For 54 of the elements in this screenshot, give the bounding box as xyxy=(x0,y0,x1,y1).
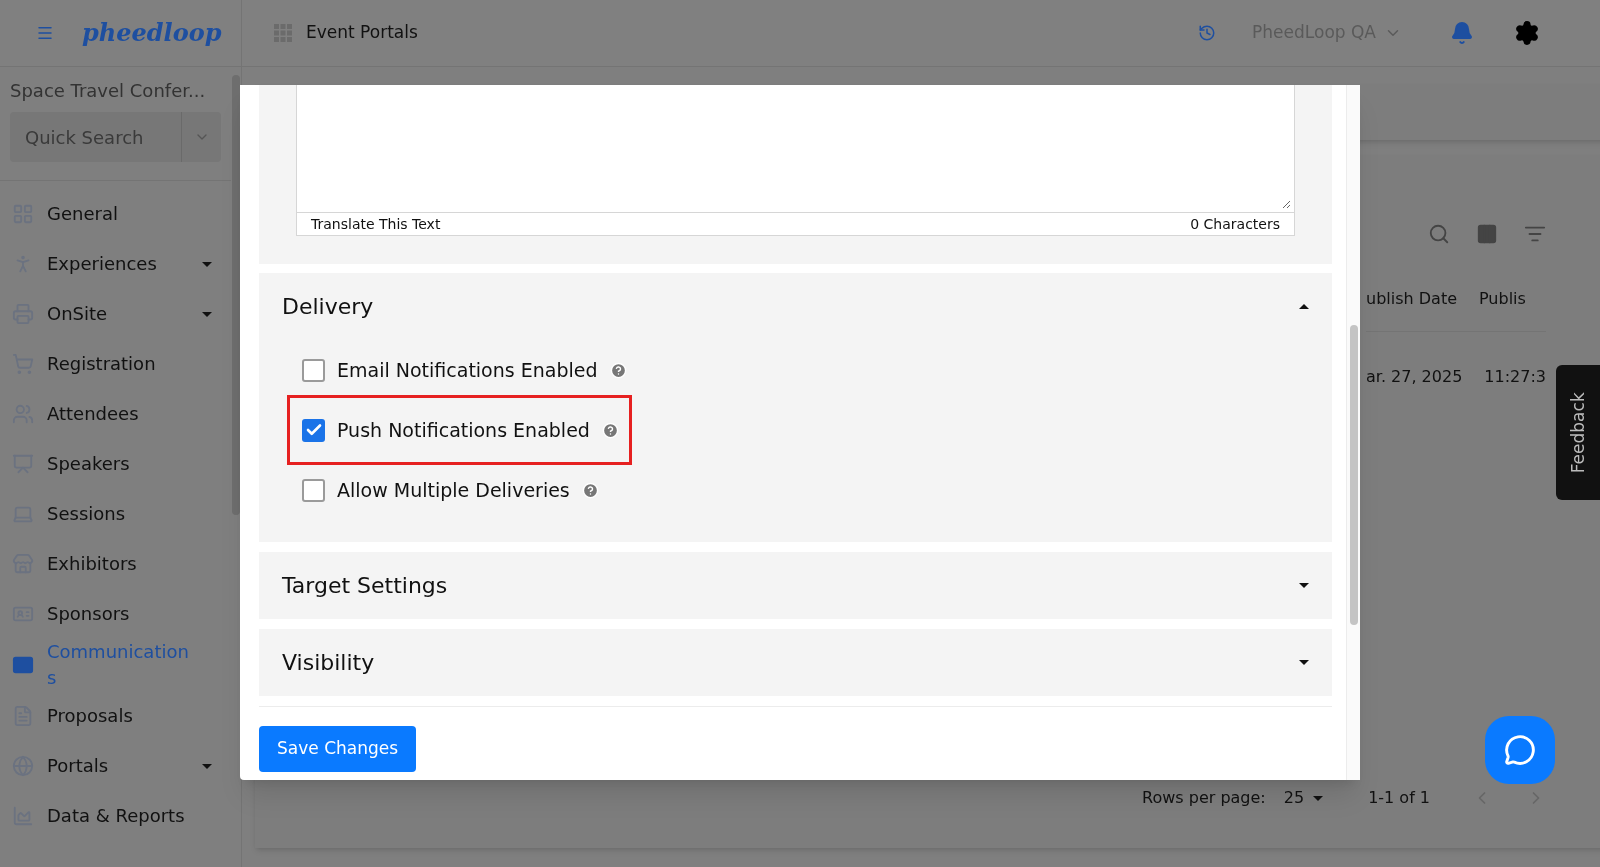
checkbox-label: Email Notifications Enabled xyxy=(337,357,598,383)
chat-button[interactable] xyxy=(1485,716,1555,784)
accordion-header[interactable]: Target Settings xyxy=(259,552,1332,619)
save-changes-button[interactable]: Save Changes xyxy=(259,726,417,772)
scrollbar-thumb[interactable] xyxy=(1349,325,1358,625)
search-icon[interactable] xyxy=(1428,223,1451,245)
help-icon[interactable] xyxy=(601,421,619,439)
caret-icon xyxy=(1298,659,1310,666)
caret-icon xyxy=(1312,794,1325,802)
resize-handle-icon xyxy=(1282,200,1291,209)
caret-icon xyxy=(201,762,213,770)
caret-icon xyxy=(1298,582,1310,589)
checkbox-label: Push Notifications Enabled xyxy=(337,417,590,443)
help-icon[interactable] xyxy=(609,361,627,379)
sidebar-item[interactable]: OnSite xyxy=(0,289,231,339)
help-icon[interactable] xyxy=(581,481,599,499)
sidebar-item[interactable]: Portals xyxy=(0,741,231,791)
nav-title: Event Portals xyxy=(306,21,418,45)
scrollbar-thumb[interactable] xyxy=(232,75,240,515)
sidebar-item[interactable]: Experiences xyxy=(0,239,231,289)
chat-icon xyxy=(1504,734,1536,766)
sidebar-item[interactable]: General xyxy=(0,189,231,239)
translate-link[interactable]: Translate This Text xyxy=(311,213,441,235)
rows-per-page-select[interactable]: 25 xyxy=(1283,786,1325,810)
checkbox-label: Allow Multiple Deliveries xyxy=(337,477,570,503)
table-cell-text: 11:27:3 xyxy=(1484,366,1547,388)
history-icon[interactable] xyxy=(1198,24,1217,42)
rows-per-page-label: Rows per page: xyxy=(1142,787,1266,809)
accordion-header[interactable]: Delivery xyxy=(259,273,1332,340)
sidebar-item[interactable]: Proposals xyxy=(0,691,231,741)
character-count: 0 Characters xyxy=(1190,214,1280,234)
checkbox[interactable] xyxy=(302,358,325,382)
checkbox[interactable] xyxy=(302,418,325,442)
accordion-header[interactable]: Visibility xyxy=(259,629,1332,696)
sidebar-item[interactable]: Sessions xyxy=(0,489,231,539)
event-name: Space Travel Confer... xyxy=(9,79,207,103)
caret-icon xyxy=(201,310,213,318)
feedback-tab[interactable]: Feedback xyxy=(1556,365,1600,500)
page-range: 1-1 of 1 xyxy=(1368,787,1431,809)
sidebar-item[interactable]: Sponsors xyxy=(0,589,231,639)
quick-search-field[interactable]: Quick Search xyxy=(10,112,181,162)
sidebar-item[interactable]: Attendees xyxy=(0,389,231,439)
sidebar-item[interactable]: Exhibitors xyxy=(0,539,231,589)
checkbox[interactable] xyxy=(302,478,325,502)
sidebar-item[interactable]: Registration xyxy=(0,339,231,389)
sidebar-item[interactable]: Speakers xyxy=(0,439,231,489)
table-cell-text: ar. 27, 2025 xyxy=(1366,366,1463,388)
sidebar-item[interactable]: Data & Reports xyxy=(0,791,231,841)
notification-bell-icon[interactable] xyxy=(1450,21,1474,45)
column-header: Publis xyxy=(1479,288,1526,310)
caret-icon xyxy=(1298,303,1310,310)
caret-icon xyxy=(201,260,213,268)
menu-icon[interactable] xyxy=(36,24,54,42)
column-header: ublish Date xyxy=(1366,288,1457,310)
